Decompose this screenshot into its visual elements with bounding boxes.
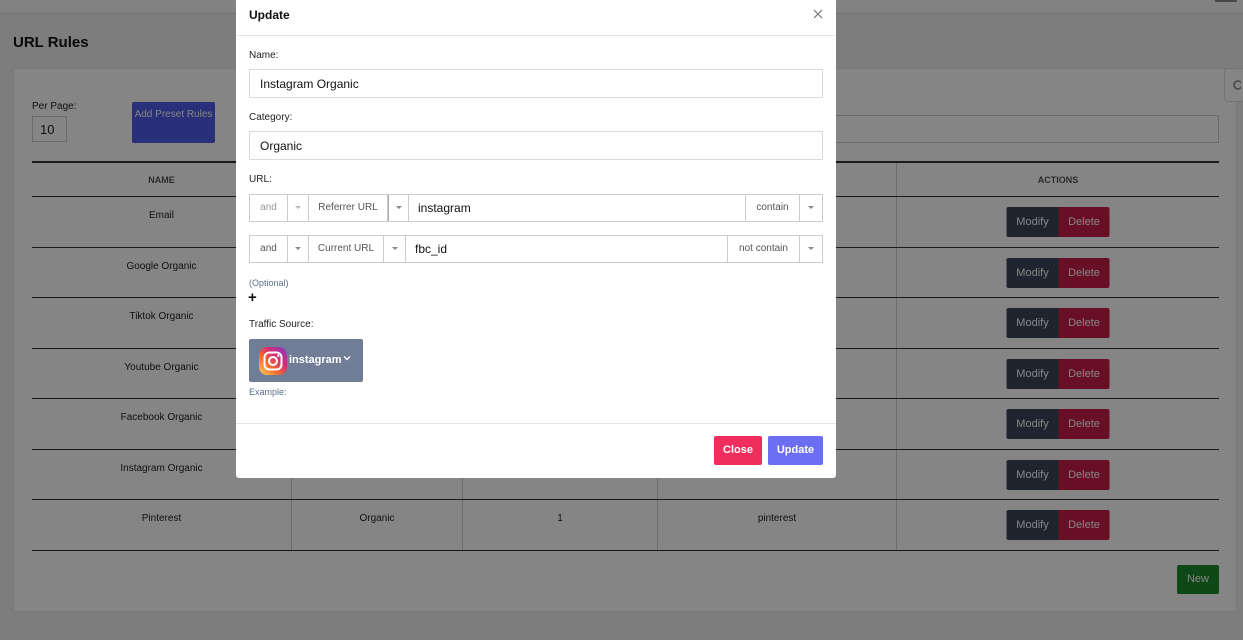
update-modal: Update Name: Instagram Organic Category:… bbox=[236, 0, 836, 478]
chevron-down-icon bbox=[392, 247, 398, 250]
operator-select[interactable]: contain bbox=[745, 195, 800, 221]
field-select[interactable]: Current URL bbox=[309, 236, 384, 262]
operator-dropdown[interactable] bbox=[800, 236, 822, 262]
example-label: Example: bbox=[249, 387, 287, 397]
category-label: Category: bbox=[249, 112, 293, 123]
optional-label: (Optional) bbox=[249, 278, 289, 288]
modal-header: Update bbox=[236, 0, 836, 36]
close-button[interactable]: Close bbox=[714, 436, 762, 465]
logic-select[interactable]: and bbox=[250, 195, 288, 221]
logic-dropdown[interactable] bbox=[288, 236, 309, 262]
url-value-input[interactable]: fbc_id bbox=[406, 236, 727, 262]
url-value-input[interactable]: instagram bbox=[409, 195, 745, 221]
logic-dropdown[interactable] bbox=[288, 195, 309, 221]
chevron-down-icon bbox=[396, 206, 402, 209]
add-rule-button[interactable]: + bbox=[248, 289, 257, 306]
url-rule-row: and Referrer URL instagram contain bbox=[249, 194, 823, 222]
name-label: Name: bbox=[249, 50, 279, 61]
instagram-icon bbox=[259, 347, 287, 375]
operator-select[interactable]: not contain bbox=[727, 236, 800, 262]
chevron-down-icon bbox=[808, 206, 814, 209]
chevron-down-icon bbox=[295, 206, 301, 209]
field-select[interactable]: Referrer URL bbox=[309, 195, 388, 221]
traffic-source-value: instagram bbox=[289, 354, 342, 366]
category-input[interactable]: Organic bbox=[249, 131, 823, 160]
modal-footer: Close Update bbox=[236, 423, 836, 478]
name-input[interactable]: Instagram Organic bbox=[249, 69, 823, 98]
close-icon[interactable] bbox=[812, 8, 824, 20]
logic-select[interactable]: and bbox=[250, 236, 288, 262]
field-dropdown[interactable] bbox=[384, 236, 406, 262]
modal-title: Update bbox=[249, 8, 290, 22]
url-rule-row: and Current URL fbc_id not contain bbox=[249, 235, 823, 263]
field-dropdown[interactable] bbox=[388, 195, 409, 221]
traffic-source-dropdown[interactable]: instagram bbox=[249, 339, 363, 382]
chevron-down-icon bbox=[343, 356, 351, 361]
chevron-down-icon bbox=[295, 247, 301, 250]
update-button[interactable]: Update bbox=[768, 436, 823, 465]
traffic-source-label: Traffic Source: bbox=[249, 319, 314, 330]
operator-dropdown[interactable] bbox=[800, 195, 822, 221]
url-label: URL: bbox=[249, 174, 272, 185]
chevron-down-icon bbox=[808, 247, 814, 250]
